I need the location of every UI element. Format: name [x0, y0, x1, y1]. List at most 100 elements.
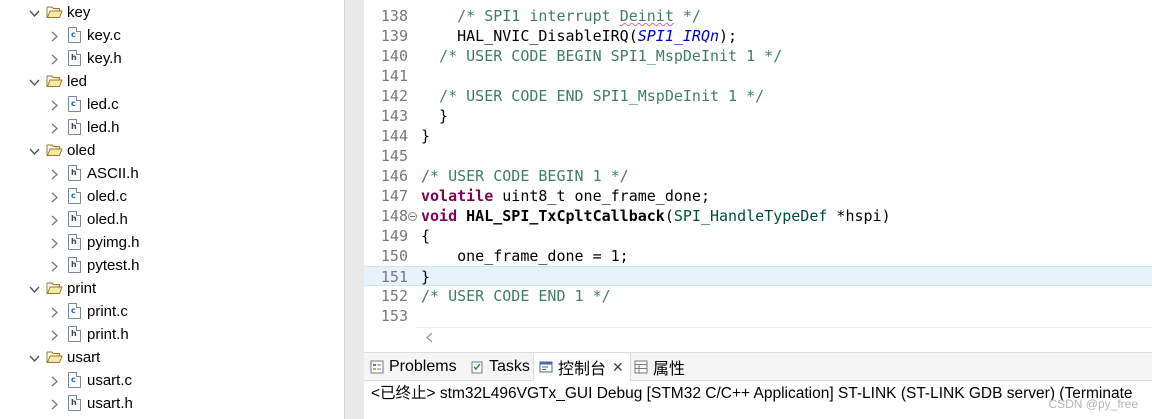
code-token: volatile — [421, 187, 494, 205]
view-tab[interactable]: Tasks — [470, 353, 530, 381]
code-text: one_frame_done = 1; — [421, 246, 629, 266]
chevron-down-icon[interactable] — [28, 352, 40, 364]
code-line[interactable]: 146 /* USER CODE BEGIN 1 */ — [364, 166, 1152, 186]
line-number: 153 — [380, 307, 408, 325]
line-number: 143 — [380, 107, 408, 125]
code-token: Deinit — [619, 7, 674, 25]
chevron-right-icon[interactable] — [48, 375, 60, 387]
tree-file-item[interactable]: c print.c — [0, 300, 344, 323]
code-token: /* SPI1 interrupt — [457, 7, 620, 25]
folder-open-icon — [46, 350, 63, 366]
chevron-down-icon[interactable] — [28, 283, 40, 295]
tree-file-item[interactable]: h oled.h — [0, 208, 344, 231]
code-line[interactable]: 153 — [364, 306, 1152, 326]
tree-folder-print[interactable]: print — [0, 277, 344, 300]
tree-file-item[interactable]: h pyimg.h — [0, 231, 344, 254]
tree-file-item[interactable]: h pytest.h — [0, 254, 344, 277]
tree-folder-key[interactable]: key — [0, 1, 344, 24]
code-line[interactable]: 152 /* USER CODE END 1 */ — [364, 286, 1152, 306]
tree-item-label: oled — [67, 142, 96, 159]
code-line[interactable]: 144} — [364, 126, 1152, 146]
code-line[interactable]: 140 /* USER CODE BEGIN SPI1_MspDeInit 1 … — [364, 46, 1152, 66]
chevron-right-icon[interactable] — [48, 53, 60, 65]
code-line[interactable]: 149 { — [364, 226, 1152, 246]
code-line[interactable]: 138 /* SPI1 interrupt Deinit */ — [364, 6, 1152, 26]
folder-open-icon — [46, 74, 63, 90]
code-line[interactable]: 141 — [364, 66, 1152, 86]
folder-open-icon — [46, 143, 63, 159]
header-file-icon: h — [68, 165, 82, 181]
tree-folder-led[interactable]: led — [0, 70, 344, 93]
tree-file-item[interactable]: h led.h — [0, 116, 344, 139]
header-file-icon: h — [68, 211, 82, 227]
tree-item-label: usart.h — [87, 395, 133, 412]
code-line[interactable]: 148 void HAL_SPI_TxCpltCallback(SPI_Handl… — [364, 206, 1152, 226]
problems-icon — [370, 360, 384, 374]
line-number: 148 — [380, 207, 408, 225]
code-line[interactable]: 143 } — [364, 106, 1152, 126]
tree-folder-usart[interactable]: usart — [0, 346, 344, 369]
tree-file-item[interactable]: c usart.c — [0, 369, 344, 392]
close-icon[interactable]: ✕ — [612, 359, 624, 376]
tree-item-label: oled.h — [87, 211, 128, 228]
code-text: /* SPI1 interrupt Deinit */ — [421, 6, 701, 26]
panel-splitter[interactable] — [344, 0, 364, 419]
code-line[interactable]: 139 HAL_NVIC_DisableIRQ(SPI1_IRQn); — [364, 26, 1152, 46]
chevron-right-icon[interactable] — [48, 329, 60, 341]
tree-folder-oled[interactable]: oled — [0, 139, 344, 162]
chevron-right-icon[interactable] — [48, 260, 60, 272]
code-text: void HAL_SPI_TxCpltCallback(SPI_HandleTy… — [421, 206, 891, 226]
line-number: 147 — [380, 187, 408, 205]
fold-collapse-icon[interactable] — [408, 212, 417, 221]
chevron-right-icon[interactable] — [48, 99, 60, 111]
code-token: */ — [673, 7, 701, 25]
tree-file-item[interactable]: h print.h — [0, 323, 344, 346]
tree-file-item[interactable]: c led.c — [0, 93, 344, 116]
chevron-right-icon[interactable] — [48, 214, 60, 226]
tree-item-label: oled.c — [87, 188, 128, 205]
code-line[interactable]: 151} — [364, 266, 1152, 286]
view-tab[interactable]: Problems — [370, 353, 457, 381]
chevron-right-icon[interactable] — [48, 122, 60, 134]
tree-file-item[interactable]: c key.c — [0, 24, 344, 47]
code-line[interactable]: 142 /* USER CODE END SPI1_MspDeInit 1 */ — [364, 86, 1152, 106]
chevron-right-icon[interactable] — [48, 237, 60, 249]
code-line[interactable]: 145 — [364, 146, 1152, 166]
code-line[interactable]: 147 volatile uint8_t one_frame_done; — [364, 186, 1152, 206]
chevron-right-icon[interactable] — [48, 306, 60, 318]
scroll-left-icon[interactable] — [422, 329, 436, 345]
tree-item-label: usart — [67, 349, 101, 366]
view-tab-label: 控制台 — [558, 361, 607, 378]
code-text: /* USER CODE END SPI1_MspDeInit 1 */ — [421, 86, 764, 106]
view-tab[interactable]: 属性 — [634, 353, 685, 381]
code-line[interactable]: 150 one_frame_done = 1; — [364, 246, 1152, 266]
tree-file-item[interactable]: h usart.h — [0, 392, 344, 415]
line-number: 145 — [380, 147, 408, 165]
tree-file-item[interactable]: h ASCII.h — [0, 162, 344, 185]
line-number: 152 — [380, 287, 408, 305]
header-file-icon: h — [68, 257, 82, 273]
code-token: SPI1_IRQn — [637, 27, 720, 45]
chevron-right-icon[interactable] — [48, 168, 60, 180]
chevron-down-icon[interactable] — [28, 145, 40, 157]
chevron-right-icon[interactable] — [48, 30, 60, 42]
tree-file-item[interactable]: h key.h — [0, 47, 344, 70]
code-token: ( — [664, 207, 674, 225]
code-text: } — [421, 267, 430, 287]
view-tab[interactable]: 控制台 ✕ — [533, 353, 631, 381]
chevron-down-icon[interactable] — [28, 76, 40, 88]
tree-item-label: pyimg.h — [87, 234, 140, 251]
code-editor[interactable]: 138 /* SPI1 interrupt Deinit */139 HAL_N… — [364, 0, 1152, 352]
code-text: /* USER CODE BEGIN SPI1_MspDeInit 1 */ — [421, 46, 782, 66]
chevron-down-icon[interactable] — [28, 7, 40, 19]
header-file-icon: h — [68, 119, 82, 135]
tree-file-item[interactable]: c oled.c — [0, 185, 344, 208]
code-text: /* USER CODE BEGIN 1 */ — [421, 166, 629, 186]
view-tab-label: 属性 — [653, 361, 686, 378]
chevron-right-icon[interactable] — [48, 191, 60, 203]
tree-item-label: key — [67, 4, 91, 21]
tree-item-label: ASCII.h — [87, 165, 139, 182]
chevron-right-icon[interactable] — [48, 398, 60, 410]
horizontal-scrollbar[interactable] — [416, 327, 1152, 345]
